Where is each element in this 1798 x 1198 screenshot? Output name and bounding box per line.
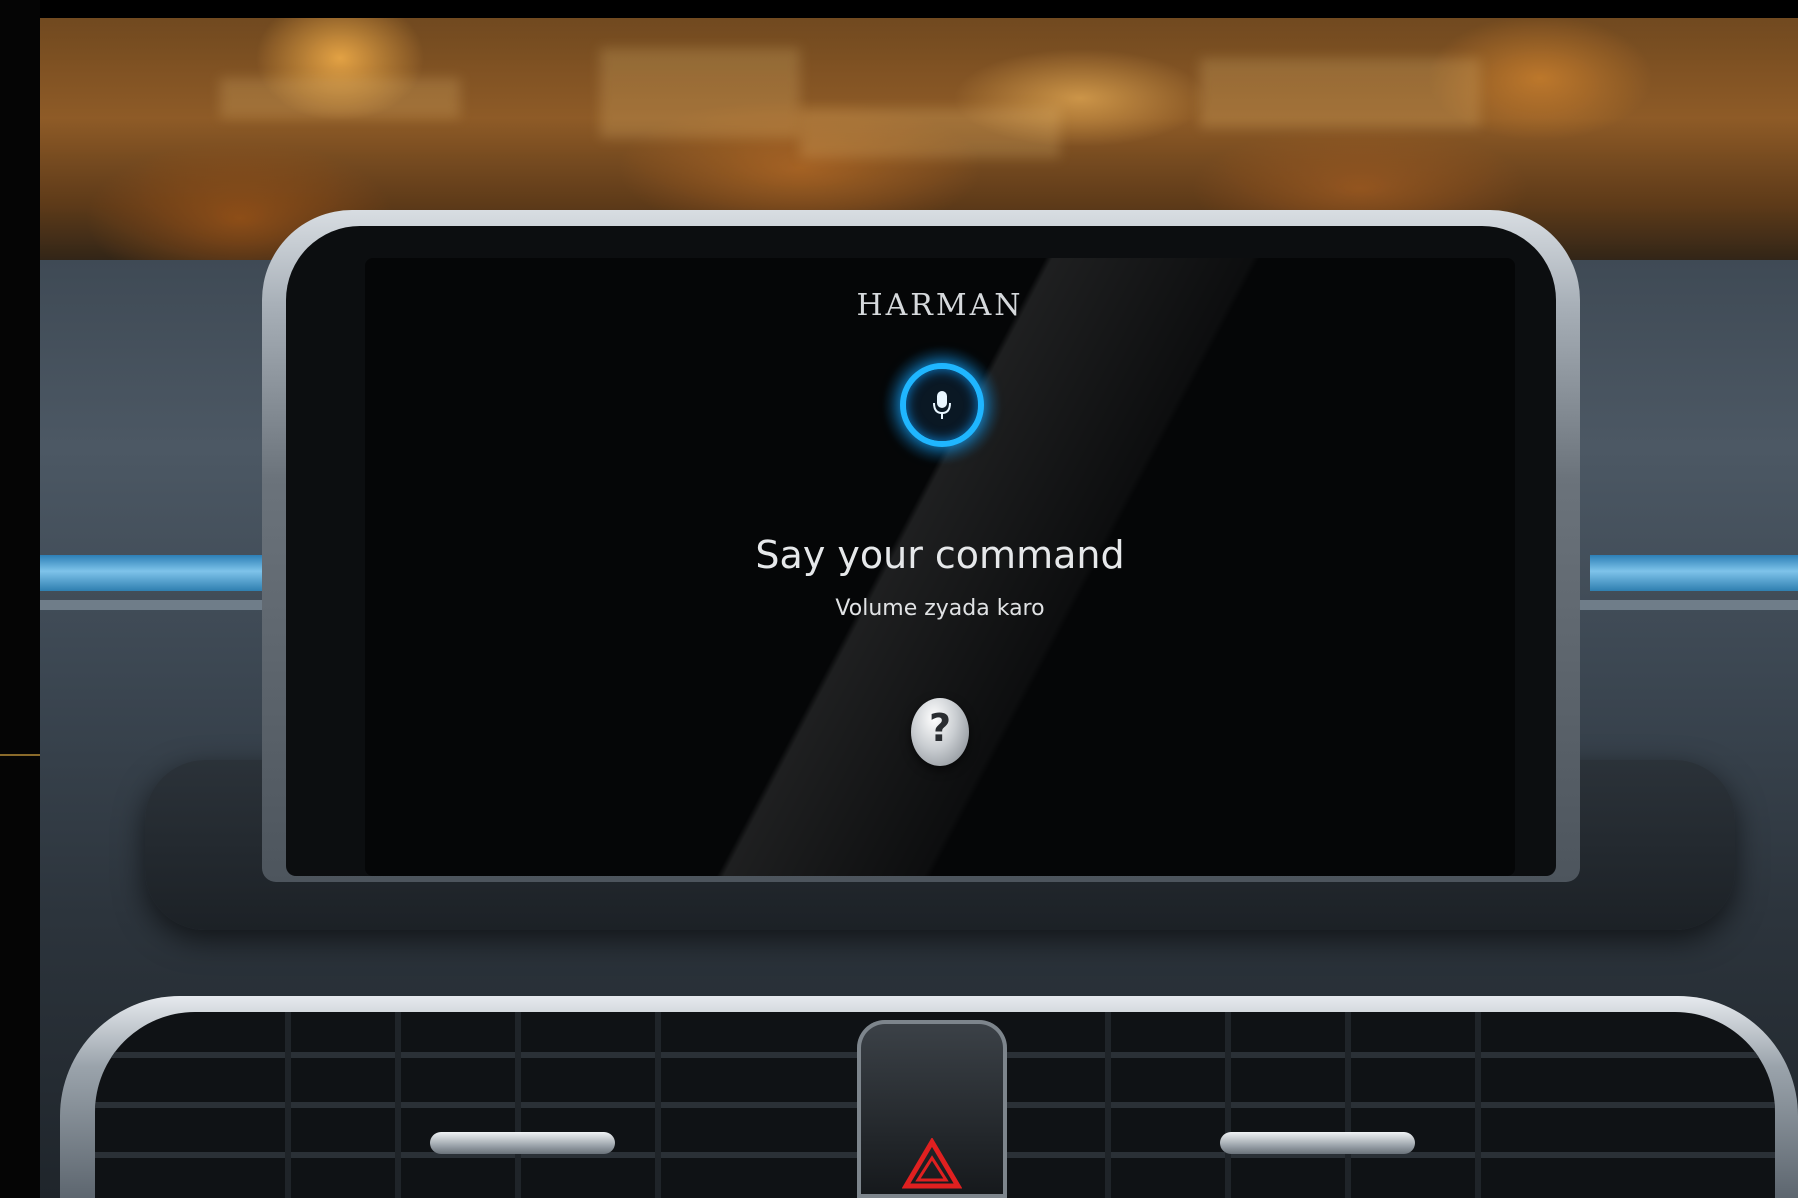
hazard-triangle-icon xyxy=(902,1138,962,1189)
voice-assistant-button[interactable] xyxy=(882,345,1002,465)
vent-adjuster-right[interactable] xyxy=(1220,1132,1415,1154)
voice-prompt-example: Volume zyada karo xyxy=(835,596,1045,621)
left-margin xyxy=(0,0,40,1198)
brand-logo: HARMAN xyxy=(856,288,1024,323)
infotainment-display: HARMAN Say your command Volume zyada kar… xyxy=(365,258,1515,876)
voice-prompt-title: Say your command xyxy=(755,533,1125,577)
question-mark-icon: ? xyxy=(928,706,952,750)
dashboard-trim-right xyxy=(1590,555,1798,591)
vent-adjuster-left[interactable] xyxy=(430,1132,615,1154)
help-button[interactable]: ? xyxy=(911,698,969,766)
top-border xyxy=(0,0,1798,18)
accent-line xyxy=(0,754,40,756)
hazard-button[interactable] xyxy=(857,1020,1007,1198)
microphone-icon xyxy=(933,391,951,419)
dashboard-silver-trim-right xyxy=(1580,600,1798,610)
voice-listening-ring xyxy=(900,363,984,447)
